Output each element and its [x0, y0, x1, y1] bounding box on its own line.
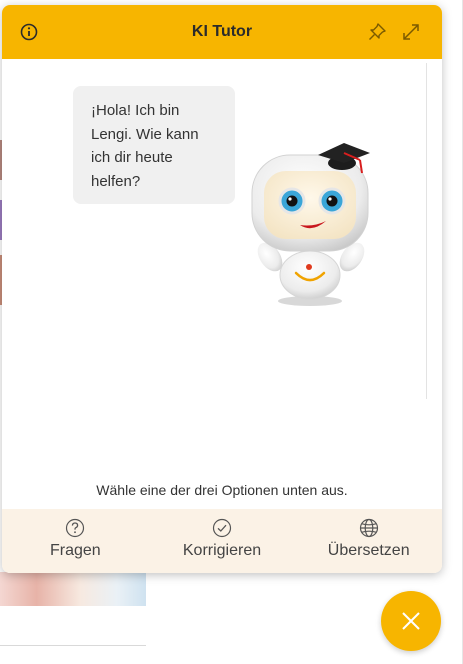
- expand-icon[interactable]: [401, 22, 421, 42]
- chat-header: KI Tutor: [2, 5, 442, 59]
- chat-panel: KI Tutor ¡Hola! Ich bin Lengi. Wie kann …: [2, 5, 442, 573]
- close-chat-button[interactable]: [381, 591, 441, 651]
- info-icon[interactable]: [19, 22, 39, 42]
- check-circle-icon: [212, 518, 232, 538]
- translate-label: Übersetzen: [327, 542, 410, 559]
- bot-message-text: ¡Hola! Ich bin Lengi. Wie kann ich dir h…: [91, 102, 199, 190]
- scrollbar[interactable]: [426, 63, 439, 399]
- correct-button[interactable]: Korrigieren: [149, 509, 296, 573]
- ask-label: Fragen: [49, 542, 101, 559]
- background-divider: [0, 645, 146, 646]
- options-bar: Fragen Korrigieren Übersetzen: [2, 509, 442, 573]
- chat-title: KI Tutor: [191, 23, 253, 40]
- bot-message-bubble: ¡Hola! Ich bin Lengi. Wie kann ich dir h…: [73, 86, 235, 204]
- question-icon: [66, 518, 85, 538]
- ask-button[interactable]: Fragen: [2, 509, 149, 573]
- globe-icon: [359, 518, 378, 538]
- pin-icon[interactable]: [367, 22, 387, 42]
- lengi-mascot: [242, 133, 382, 308]
- translate-button[interactable]: Übersetzen: [295, 509, 442, 573]
- background-image: [0, 572, 146, 606]
- close-icon: [402, 612, 420, 630]
- correct-label: Korrigieren: [182, 542, 262, 559]
- options-hint: Wähle eine der drei Optionen unten aus.: [96, 482, 348, 498]
